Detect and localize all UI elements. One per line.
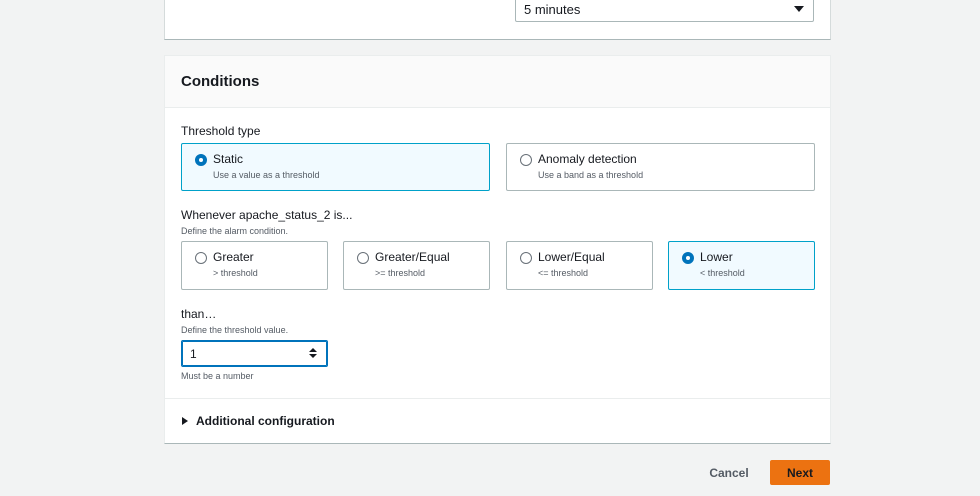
period-panel: 5 minutes [164,0,831,40]
condition-lower-option[interactable]: Lower < threshold [668,241,815,290]
threshold-static-option[interactable]: Static Use a value as a threshold [181,143,490,191]
option-description: Use a value as a threshold [213,170,320,180]
period-select-value: 5 minutes [524,1,581,17]
additional-configuration-label: Additional configuration [196,414,335,428]
option-description: < threshold [700,268,745,278]
panel-title: Conditions [181,73,260,90]
radio-icon [520,154,532,166]
condition-lower-equal-option[interactable]: Lower/Equal <= threshold [506,241,653,290]
condition-greater-equal-option[interactable]: Greater/Equal >= threshold [343,241,490,290]
than-description: Define the threshold value. [181,325,289,335]
threshold-constraint: Must be a number [181,371,254,381]
caret-right-icon [182,417,188,425]
conditions-header: Conditions [165,56,830,108]
period-select[interactable]: 5 minutes [515,0,814,22]
radio-icon [195,252,207,264]
whenever-description: Define the alarm condition. [181,226,289,236]
threshold-value-input[interactable]: 1 [181,340,328,367]
threshold-value: 1 [190,346,197,361]
option-label: Greater [213,250,254,264]
option-label: Lower/Equal [538,250,605,264]
option-label: Static [213,152,244,166]
conditions-panel: Conditions Threshold type Static Use a v… [164,55,831,444]
option-label: Greater/Equal [375,250,450,264]
caret-down-icon [794,6,804,12]
next-button[interactable]: Next [770,460,830,485]
threshold-type-label: Threshold type [181,124,261,138]
option-description: Use a band as a threshold [538,170,644,180]
option-description: >= threshold [375,268,426,278]
option-label: Anomaly detection [538,152,637,166]
spinner-icon[interactable] [309,348,317,360]
radio-selected-icon [682,252,694,264]
whenever-label: Whenever apache_status_2 is... [181,208,353,222]
threshold-anomaly-option[interactable]: Anomaly detection Use a band as a thresh… [506,143,815,191]
radio-icon [357,252,369,264]
condition-greater-option[interactable]: Greater > threshold [181,241,328,290]
additional-configuration-toggle[interactable]: Additional configuration [165,398,830,444]
option-description: <= threshold [538,268,589,278]
radio-selected-icon [195,154,207,166]
than-label: than… [181,307,217,321]
radio-icon [520,252,532,264]
option-label: Lower [700,250,733,264]
cancel-button[interactable]: Cancel [700,462,758,484]
option-description: > threshold [213,268,258,278]
